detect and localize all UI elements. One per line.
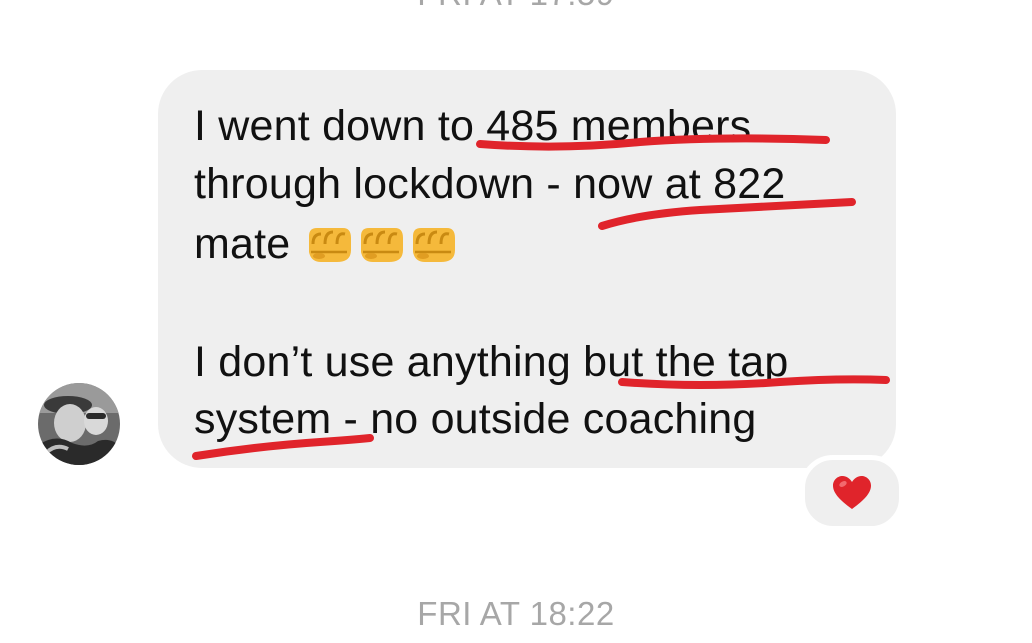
chat-thread: FRI AT 17:59 I went down to 485 members …	[0, 0, 1032, 643]
message-line-2: through lockdown - now at 822	[194, 160, 786, 208]
red-heart-icon	[833, 476, 871, 509]
timestamp-top: FRI AT 17:59	[0, 0, 1032, 14]
message-line-5: system - no outside coaching	[194, 395, 757, 443]
oncoming-fist-emoji-icon	[360, 228, 403, 262]
timestamp-bottom: FRI AT 18:22	[417, 595, 615, 632]
message-line-3: mate	[194, 218, 459, 270]
avatar[interactable]	[38, 383, 120, 465]
reaction-badge[interactable]	[800, 455, 904, 531]
oncoming-fist-emoji-icon	[412, 228, 455, 262]
oncoming-fist-emoji-icon	[308, 228, 351, 262]
avatar-photo	[38, 383, 120, 465]
message-line-3-text: mate	[194, 220, 291, 268]
message-line-1: I went down to 485 members	[194, 102, 752, 150]
message-line-4: I don’t use anything but the tap	[194, 338, 789, 386]
